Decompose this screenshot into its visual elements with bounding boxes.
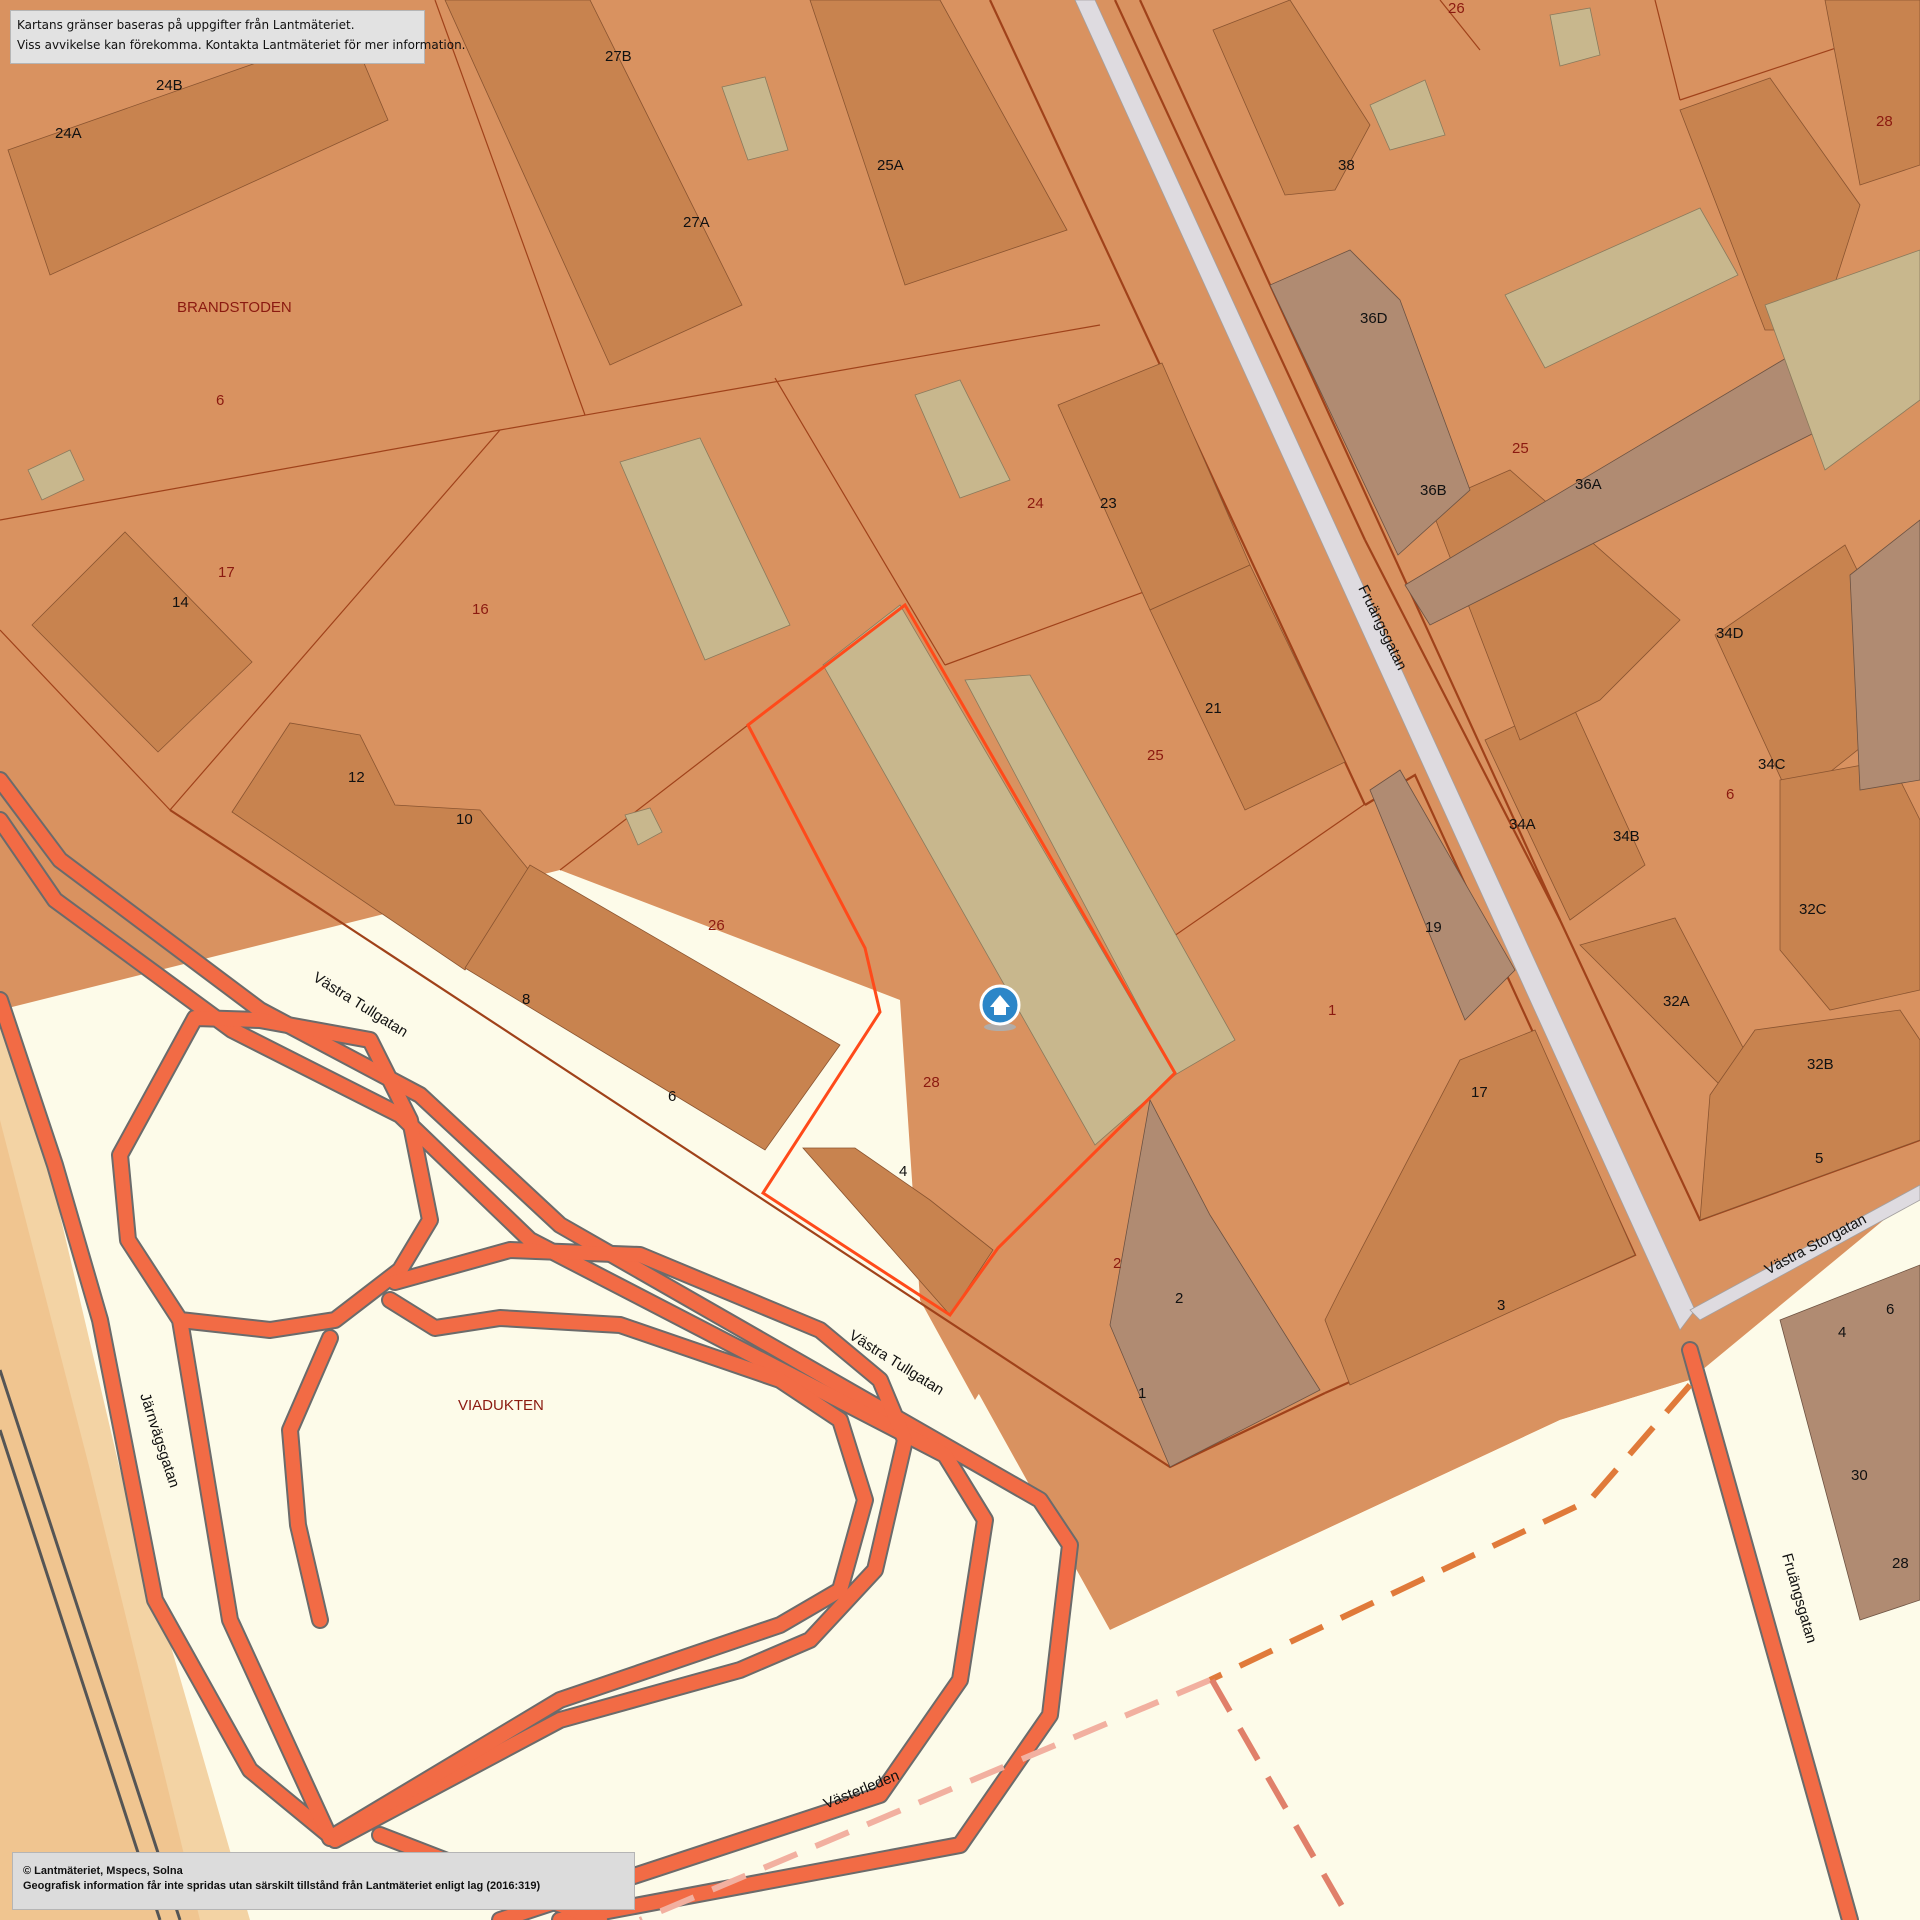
building-label: 6 xyxy=(1886,1301,1894,1318)
parcel-label: 16 xyxy=(472,601,489,618)
building-label: 10 xyxy=(456,811,473,828)
building-label: 4 xyxy=(1838,1324,1846,1341)
building-label: 24B xyxy=(156,77,183,94)
disclaimer-line-1: Kartans gränser baseras på uppgifter frå… xyxy=(17,18,355,32)
map-copyright: © Lantmäteriet, Mspecs, Solna Geografisk… xyxy=(12,1852,635,1910)
building-label: 24A xyxy=(55,125,82,142)
building-label: 12 xyxy=(348,769,365,786)
parcel-label: 2 xyxy=(1113,1255,1121,1272)
building-label: 32C xyxy=(1799,901,1827,918)
parcel-label: 26 xyxy=(708,917,725,934)
building-label: 27B xyxy=(605,48,632,65)
parcel-label: 25 xyxy=(1147,747,1164,764)
building-label: 2 xyxy=(1175,1290,1183,1307)
copyright-line-2: Geografisk information får inte spridas … xyxy=(23,1880,541,1892)
building-label: 28 xyxy=(1892,1555,1909,1572)
building-label: 14 xyxy=(172,594,189,611)
building-label: 34C xyxy=(1758,756,1786,773)
building-label: 17 xyxy=(1471,1084,1488,1101)
building-label: 25A xyxy=(877,157,904,174)
area-label-viadukten: VIADUKTEN xyxy=(458,1397,544,1414)
building-label: 23 xyxy=(1100,495,1117,512)
building-label: 21 xyxy=(1205,700,1222,717)
parcel-label-selected: 28 xyxy=(923,1074,940,1091)
building-label: 36D xyxy=(1360,310,1388,327)
area-label-brandstoden: BRANDSTODEN xyxy=(177,299,292,316)
parcel-label: 17 xyxy=(218,564,235,581)
map-disclaimer: Kartans gränser baseras på uppgifter frå… xyxy=(10,10,466,64)
building-label: 38 xyxy=(1338,157,1355,174)
parcel-label: 24 xyxy=(1027,495,1044,512)
parcel-label: 6 xyxy=(216,392,224,409)
building-label: 3 xyxy=(1497,1297,1505,1314)
parcel-label: 25 xyxy=(1512,440,1529,457)
building-label: 32B xyxy=(1807,1056,1834,1073)
building-label: 1 xyxy=(1138,1385,1146,1402)
building-label: 30 xyxy=(1851,1467,1868,1484)
parcel-label: 1 xyxy=(1328,1002,1336,1019)
building-label: 27A xyxy=(683,214,710,231)
building-label: 36A xyxy=(1575,476,1602,493)
copyright-line-1: © Lantmäteriet, Mspecs, Solna xyxy=(23,1865,183,1877)
disclaimer-line-2: Viss avvikelse kan förekomma. Kontakta L… xyxy=(17,38,466,52)
building-label: 34B xyxy=(1613,828,1640,845)
property-map[interactable]: BRANDSTODEN VIADUKTEN 26 28 6 17 16 24 2… xyxy=(0,0,1920,1920)
building-label: 5 xyxy=(1815,1150,1823,1167)
building-label: 8 xyxy=(522,991,530,1008)
parcel-label: 28 xyxy=(1876,113,1893,130)
parcel-label: 26 xyxy=(1448,0,1465,17)
building-label: 19 xyxy=(1425,919,1442,936)
building-label: 6 xyxy=(668,1088,676,1105)
building-label: 34D xyxy=(1716,625,1744,642)
building-label: 4 xyxy=(899,1163,907,1180)
parcel-label: 6 xyxy=(1726,786,1734,803)
building-label: 32A xyxy=(1663,993,1690,1010)
building-label: 34A xyxy=(1509,816,1536,833)
building-label: 36B xyxy=(1420,482,1447,499)
